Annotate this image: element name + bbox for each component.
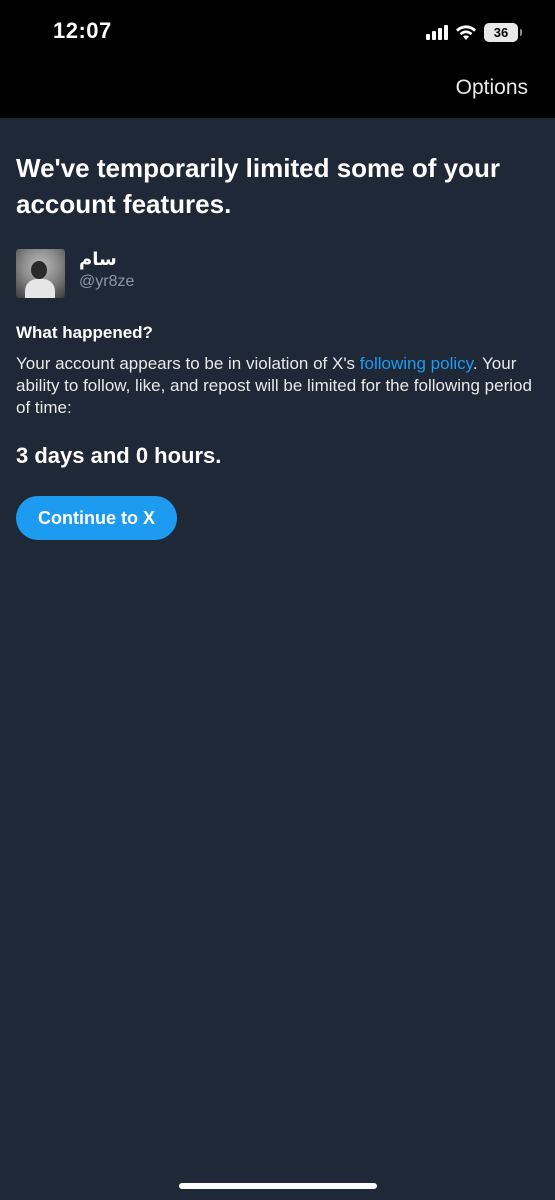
cellular-signal-icon (426, 24, 448, 40)
limit-duration: 3 days and 0 hours. (16, 443, 222, 468)
user-info: سام @yr8ze (79, 249, 134, 291)
continue-button[interactable]: Continue to X (16, 496, 177, 540)
status-bar: 12:07 36 (0, 0, 555, 66)
avatar (16, 249, 65, 298)
section-heading: What happened? (16, 323, 153, 342)
user-handle: @yr8ze (79, 273, 135, 290)
display-name: سام (79, 249, 117, 269)
page-title: We've temporarily limited some of your a… (16, 153, 500, 219)
violation-description: Your account appears to be in violation … (16, 353, 536, 419)
options-button[interactable]: Options (456, 76, 528, 100)
status-time: 12:07 (53, 18, 112, 43)
following-policy-link[interactable]: following policy (360, 354, 473, 373)
user-row: سام @yr8ze (16, 249, 536, 298)
description-text-start: Your account appears to be in violation … (16, 354, 360, 373)
top-nav-bar: Options (0, 66, 555, 118)
battery-icon: 36 (484, 22, 522, 42)
limit-notice: We've temporarily limited some of your a… (16, 150, 536, 540)
status-icons: 36 (426, 20, 522, 44)
wifi-icon (456, 24, 476, 40)
home-indicator[interactable] (179, 1183, 377, 1189)
